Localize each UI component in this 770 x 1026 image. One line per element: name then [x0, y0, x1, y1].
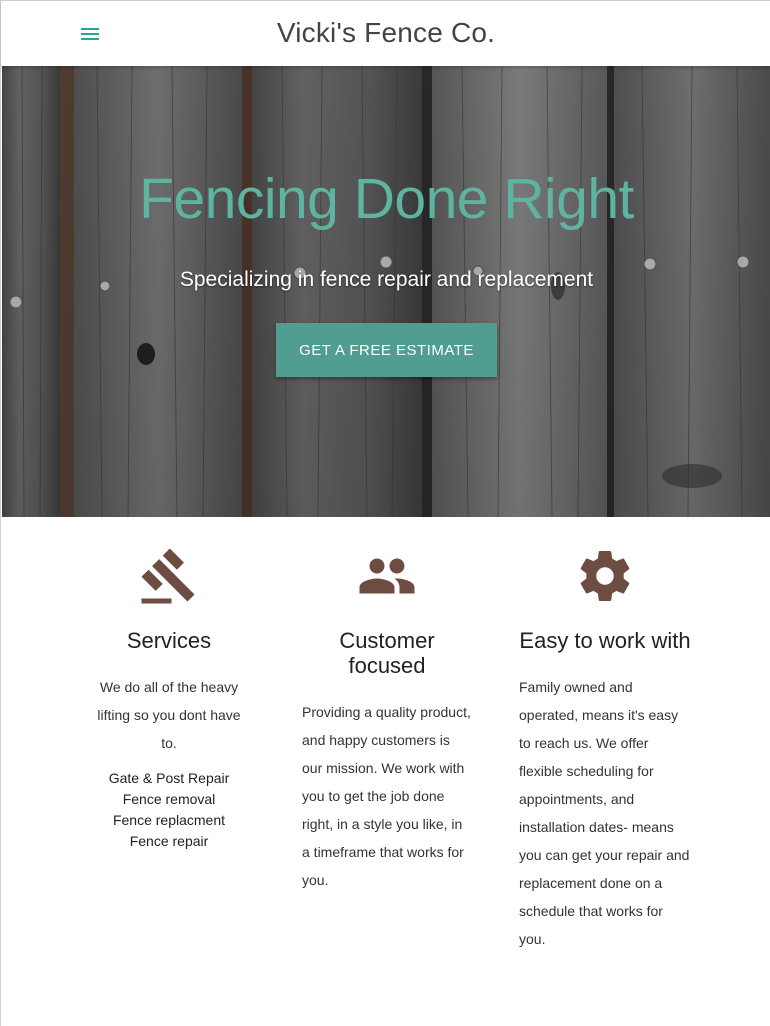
- navbar: Vicki's Fence Co.: [1, 1, 770, 66]
- feature-services: Services We do all of the heavy lifting …: [91, 546, 247, 852]
- services-list: Gate & Post Repair Fence removal Fence r…: [91, 768, 247, 852]
- feature-title: Easy to work with: [519, 628, 691, 653]
- gavel-icon: [141, 548, 195, 604]
- group-icon: [359, 558, 415, 594]
- list-item: Fence replacment: [112, 812, 226, 828]
- list-item: Fence removal: [122, 791, 216, 807]
- list-item: Fence repair: [129, 833, 209, 849]
- hero-section: Fencing Done Right Specializing in fence…: [2, 66, 770, 517]
- feature-title: Customer focused: [339, 628, 435, 678]
- feature-easy-to-work-with: Easy to work with Family owned and opera…: [519, 546, 691, 953]
- hero-title: Fencing Done Right: [139, 167, 634, 231]
- feature-customer-focused: Customer focused Providing a quality pro…: [302, 546, 472, 894]
- gear-icon: [580, 551, 630, 601]
- feature-text: Family owned and operated, means it's ea…: [519, 679, 690, 947]
- feature-title: Services: [126, 628, 212, 653]
- hero-subtitle: Specializing in fence repair and replace…: [179, 268, 594, 291]
- feature-text: Providing a quality product, and happy c…: [302, 704, 471, 888]
- free-estimate-button[interactable]: GET A FREE ESTIMATE: [276, 323, 497, 377]
- brand-logo-link[interactable]: Vicki's Fence Co.: [1, 17, 770, 49]
- list-item: Gate & Post Repair: [108, 770, 230, 786]
- feature-text: We do all of the heavy lifting so you do…: [97, 679, 241, 751]
